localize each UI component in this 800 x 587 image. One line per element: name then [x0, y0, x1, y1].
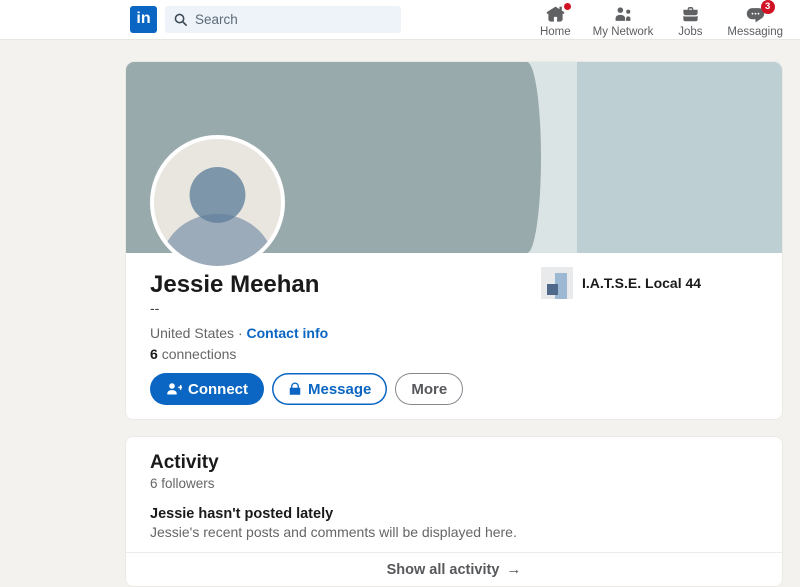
activity-empty-description: Jessie's recent posts and comments will … — [150, 524, 758, 540]
connections-line[interactable]: 6 connections — [150, 346, 758, 363]
show-all-activity-link[interactable]: Show all activity → — [126, 552, 782, 586]
activity-title: Activity — [150, 451, 758, 475]
profile-photo[interactable] — [150, 135, 285, 270]
main-content: I.A.T.S.E. Local 44 Jessie Meehan -- Uni… — [125, 61, 783, 587]
more-button-label: More — [411, 382, 447, 397]
message-button[interactable]: Message — [272, 373, 387, 405]
company-affiliation[interactable]: I.A.T.S.E. Local 44 — [541, 267, 701, 299]
connect-button[interactable]: Connect — [150, 373, 264, 405]
activity-followers: 6 followers — [150, 476, 758, 491]
search-bar[interactable] — [165, 6, 401, 33]
jobs-icon — [681, 5, 700, 24]
nav-item-my-network[interactable]: My Network — [582, 2, 665, 38]
nav-label-jobs: Jobs — [678, 26, 702, 38]
connections-label: connections — [162, 346, 237, 362]
nav-item-home[interactable]: Home — [529, 2, 582, 38]
linkedin-logo[interactable]: in — [130, 6, 157, 33]
more-button[interactable]: More — [395, 373, 463, 405]
arrow-right-icon: → — [506, 561, 521, 578]
home-icon — [546, 5, 565, 24]
person-add-icon — [166, 381, 182, 397]
profile-actions: Connect Message More — [150, 373, 758, 405]
show-all-activity-label: Show all activity — [387, 562, 500, 578]
separator-dot: · — [238, 325, 243, 341]
nav-item-messaging[interactable]: 3 Messaging — [716, 2, 794, 38]
connections-count: 6 — [150, 346, 158, 362]
nav-label-messaging: Messaging — [727, 26, 783, 38]
company-logo — [541, 267, 573, 299]
search-input[interactable] — [195, 12, 393, 27]
my-network-icon — [614, 5, 633, 24]
location-line: United States · Contact info — [150, 325, 758, 342]
contact-info-link[interactable]: Contact info — [247, 325, 329, 341]
activity-empty-title: Jessie hasn't posted lately — [150, 506, 758, 522]
message-button-label: Message — [308, 382, 371, 397]
connect-button-label: Connect — [188, 382, 248, 397]
default-avatar-icon — [154, 139, 281, 266]
profile-location: United States — [150, 325, 234, 341]
nav-item-jobs[interactable]: Jobs — [664, 2, 716, 38]
search-icon — [173, 12, 188, 27]
company-name: I.A.T.S.E. Local 44 — [582, 275, 701, 291]
profile-card: I.A.T.S.E. Local 44 Jessie Meehan -- Uni… — [125, 61, 783, 420]
profile-headline: -- — [150, 299, 758, 317]
nav-label-home: Home — [540, 26, 571, 38]
nav-label-my-network: My Network — [593, 26, 654, 38]
home-notification-dot — [563, 2, 572, 11]
activity-card: Activity 6 followers Jessie hasn't poste… — [125, 436, 783, 587]
global-nav: in Home — [0, 0, 800, 40]
lock-icon — [288, 382, 302, 396]
nav-items: Home My Network — [529, 2, 794, 38]
banner-right-panel — [577, 62, 782, 253]
messaging-badge: 3 — [761, 0, 775, 14]
